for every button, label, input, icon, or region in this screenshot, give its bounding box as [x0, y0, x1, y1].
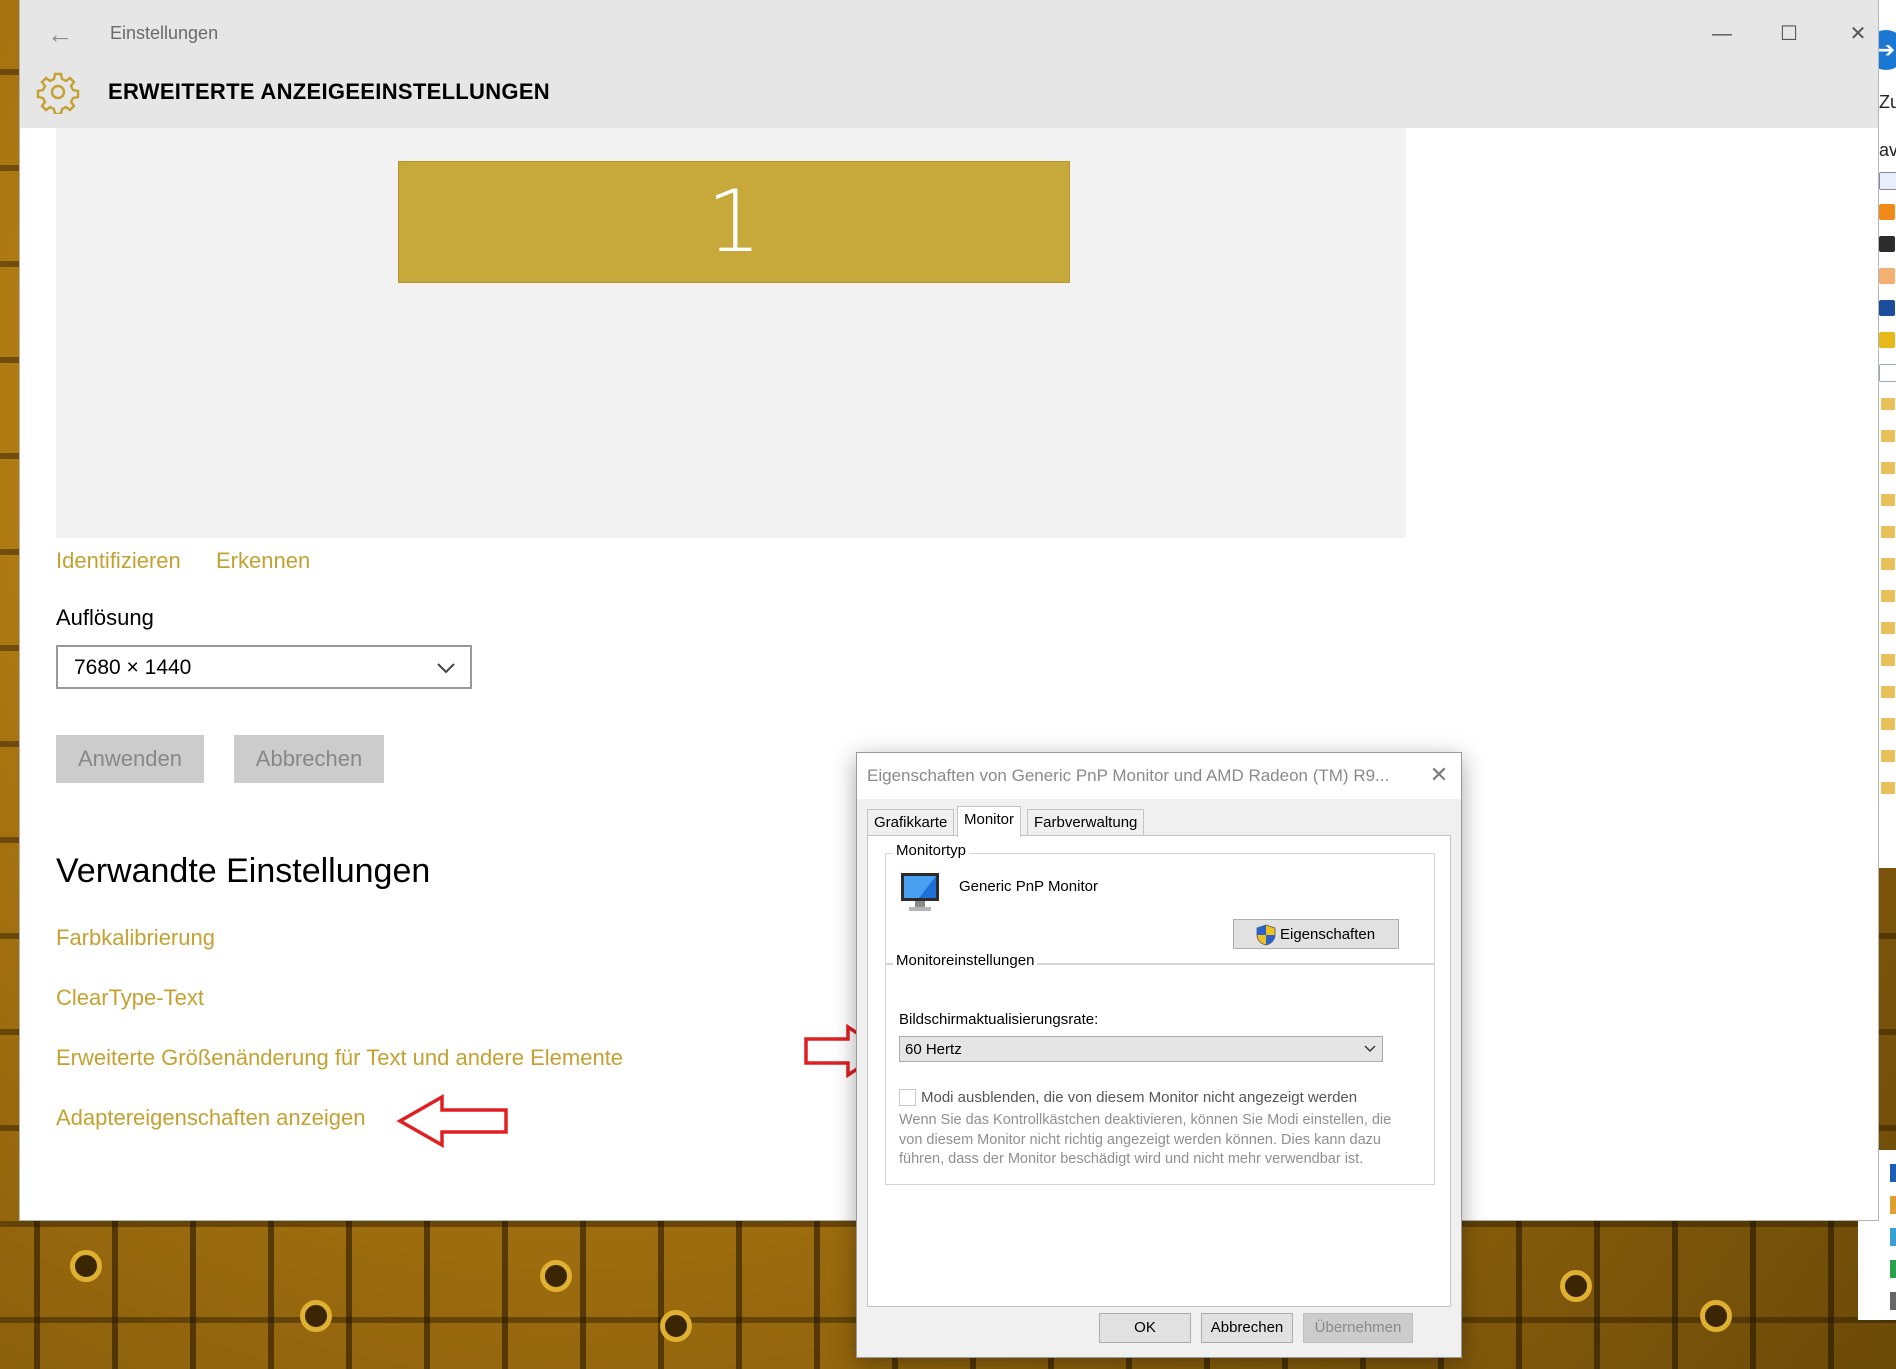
- monitor-name: Generic PnP Monitor: [959, 878, 1098, 895]
- dialog-title: Eigenschaften von Generic PnP Monitor un…: [867, 766, 1390, 785]
- wallpaper-pad: [1560, 1270, 1592, 1302]
- dialog-cancel-button[interactable]: Abbrechen: [1201, 1313, 1293, 1343]
- taskbar-icon[interactable]: [1890, 1196, 1896, 1214]
- adapter-properties-link[interactable]: Adaptereigenschaften anzeigen: [56, 1105, 365, 1131]
- monitor-icon: [901, 873, 939, 911]
- apply-button[interactable]: Anwenden: [56, 735, 204, 783]
- wallpaper-pad: [660, 1310, 692, 1342]
- document-icon[interactable]: [1879, 364, 1896, 382]
- resolution-dropdown[interactable]: 7680 × 1440: [56, 645, 472, 689]
- dialog-apply-button[interactable]: Übernehmen: [1303, 1313, 1413, 1343]
- color-calibration-link[interactable]: Farbkalibrierung: [56, 925, 215, 951]
- monitor-tile[interactable]: 1: [398, 161, 1070, 283]
- resolution-label: Auflösung: [56, 605, 154, 630]
- chevron-down-icon: [1364, 1045, 1376, 1052]
- gear-icon: [36, 72, 80, 114]
- monitor-number: 1: [706, 172, 762, 272]
- wallpaper-pad: [300, 1300, 332, 1332]
- taskbar-icon[interactable]: [1890, 1260, 1896, 1278]
- tab-color-management[interactable]: Farbverwaltung: [1027, 809, 1145, 836]
- ok-button[interactable]: OK: [1099, 1313, 1191, 1343]
- refresh-rate-value: 60 Hertz: [905, 1041, 962, 1058]
- resolution-value: 7680 × 1440: [74, 656, 192, 679]
- bookmark-icon[interactable]: [1879, 300, 1895, 316]
- folder-icon[interactable]: [1881, 462, 1895, 474]
- title-bar: ← Einstellungen — ☐ ✕ ERWEITERTE ANZEIGE…: [20, 0, 1878, 128]
- taskbar-icon[interactable]: [1890, 1292, 1896, 1310]
- refresh-rate-dropdown[interactable]: 60 Hertz: [899, 1036, 1383, 1062]
- folder-icon[interactable]: [1881, 782, 1895, 794]
- cancel-button[interactable]: Abbrechen: [234, 735, 384, 783]
- folder-icon[interactable]: [1881, 398, 1895, 410]
- background-window-text: ave: [1879, 140, 1896, 160]
- wallpaper-pad: [1700, 1300, 1732, 1332]
- wallpaper-pad: [540, 1260, 572, 1292]
- google-icon[interactable]: [1879, 172, 1896, 190]
- folder-icon[interactable]: [1881, 558, 1895, 570]
- hide-modes-description: Wenn Sie das Kontrollkästchen deaktivier…: [899, 1112, 1392, 1167]
- close-button[interactable]: ✕: [1835, 14, 1881, 54]
- folder-icon[interactable]: [1881, 494, 1895, 506]
- advanced-sizing-link[interactable]: Erweiterte Größenänderung für Text und a…: [56, 1045, 623, 1071]
- cleartype-link[interactable]: ClearType-Text: [56, 985, 204, 1011]
- chevron-down-icon: [437, 663, 455, 674]
- maximize-button[interactable]: ☐: [1766, 14, 1812, 54]
- monitor-type-group-title: Monitortyp: [893, 842, 970, 859]
- folder-icon[interactable]: [1881, 622, 1895, 634]
- dialog-close-button[interactable]: ✕: [1427, 763, 1451, 787]
- identify-link[interactable]: Identifizieren: [56, 548, 181, 574]
- monitor-settings-group-title: Monitoreinstellungen: [893, 952, 1038, 969]
- tab-graphics-card[interactable]: Grafikkarte: [867, 809, 955, 836]
- display-arrangement-area: 1: [56, 128, 1406, 538]
- hide-modes-label: Modi ausblenden, die von diesem Monitor …: [921, 1089, 1358, 1106]
- background-window-text: Zu: [1879, 92, 1896, 112]
- wallpaper-pad: [70, 1250, 102, 1282]
- refresh-rate-label: Bildschirmaktualisierungsrate:: [899, 1011, 1099, 1028]
- monitor-properties-button[interactable]: Eigenschaften: [1233, 919, 1399, 949]
- monitor-properties-button-label: Eigenschaften: [1280, 926, 1376, 943]
- hide-modes-checkbox[interactable]: [899, 1089, 916, 1106]
- related-settings-heading: Verwandte Einstellungen: [56, 852, 431, 890]
- uac-shield-icon: [1256, 924, 1276, 946]
- info-icon[interactable]: [1879, 332, 1895, 348]
- taskbar-icon[interactable]: [1890, 1228, 1896, 1246]
- minimize-button[interactable]: —: [1699, 14, 1745, 54]
- bookmark-icon[interactable]: [1879, 204, 1895, 220]
- folder-icon[interactable]: [1881, 718, 1895, 730]
- bookmark-icon[interactable]: [1879, 268, 1895, 284]
- folder-icon[interactable]: [1881, 654, 1895, 666]
- folder-icon[interactable]: [1881, 590, 1895, 602]
- folder-icon[interactable]: [1881, 686, 1895, 698]
- dialog-title-bar: Eigenschaften von Generic PnP Monitor un…: [857, 753, 1461, 799]
- folder-icon[interactable]: [1881, 526, 1895, 538]
- tab-monitor[interactable]: Monitor: [957, 806, 1022, 837]
- bookmark-icon[interactable]: [1879, 236, 1895, 252]
- folder-icon[interactable]: [1881, 430, 1895, 442]
- page-heading: ERWEITERTE ANZEIGEEINSTELLUNGEN: [108, 79, 550, 104]
- back-button[interactable]: ←: [42, 16, 78, 52]
- taskbar-icon[interactable]: [1890, 1164, 1896, 1182]
- detect-link[interactable]: Erkennen: [216, 548, 310, 574]
- window-title: Einstellungen: [110, 23, 219, 43]
- monitor-properties-dialog: Eigenschaften von Generic PnP Monitor un…: [856, 752, 1462, 1358]
- annotation-arrow-left: [396, 1093, 508, 1149]
- folder-icon[interactable]: [1881, 750, 1895, 762]
